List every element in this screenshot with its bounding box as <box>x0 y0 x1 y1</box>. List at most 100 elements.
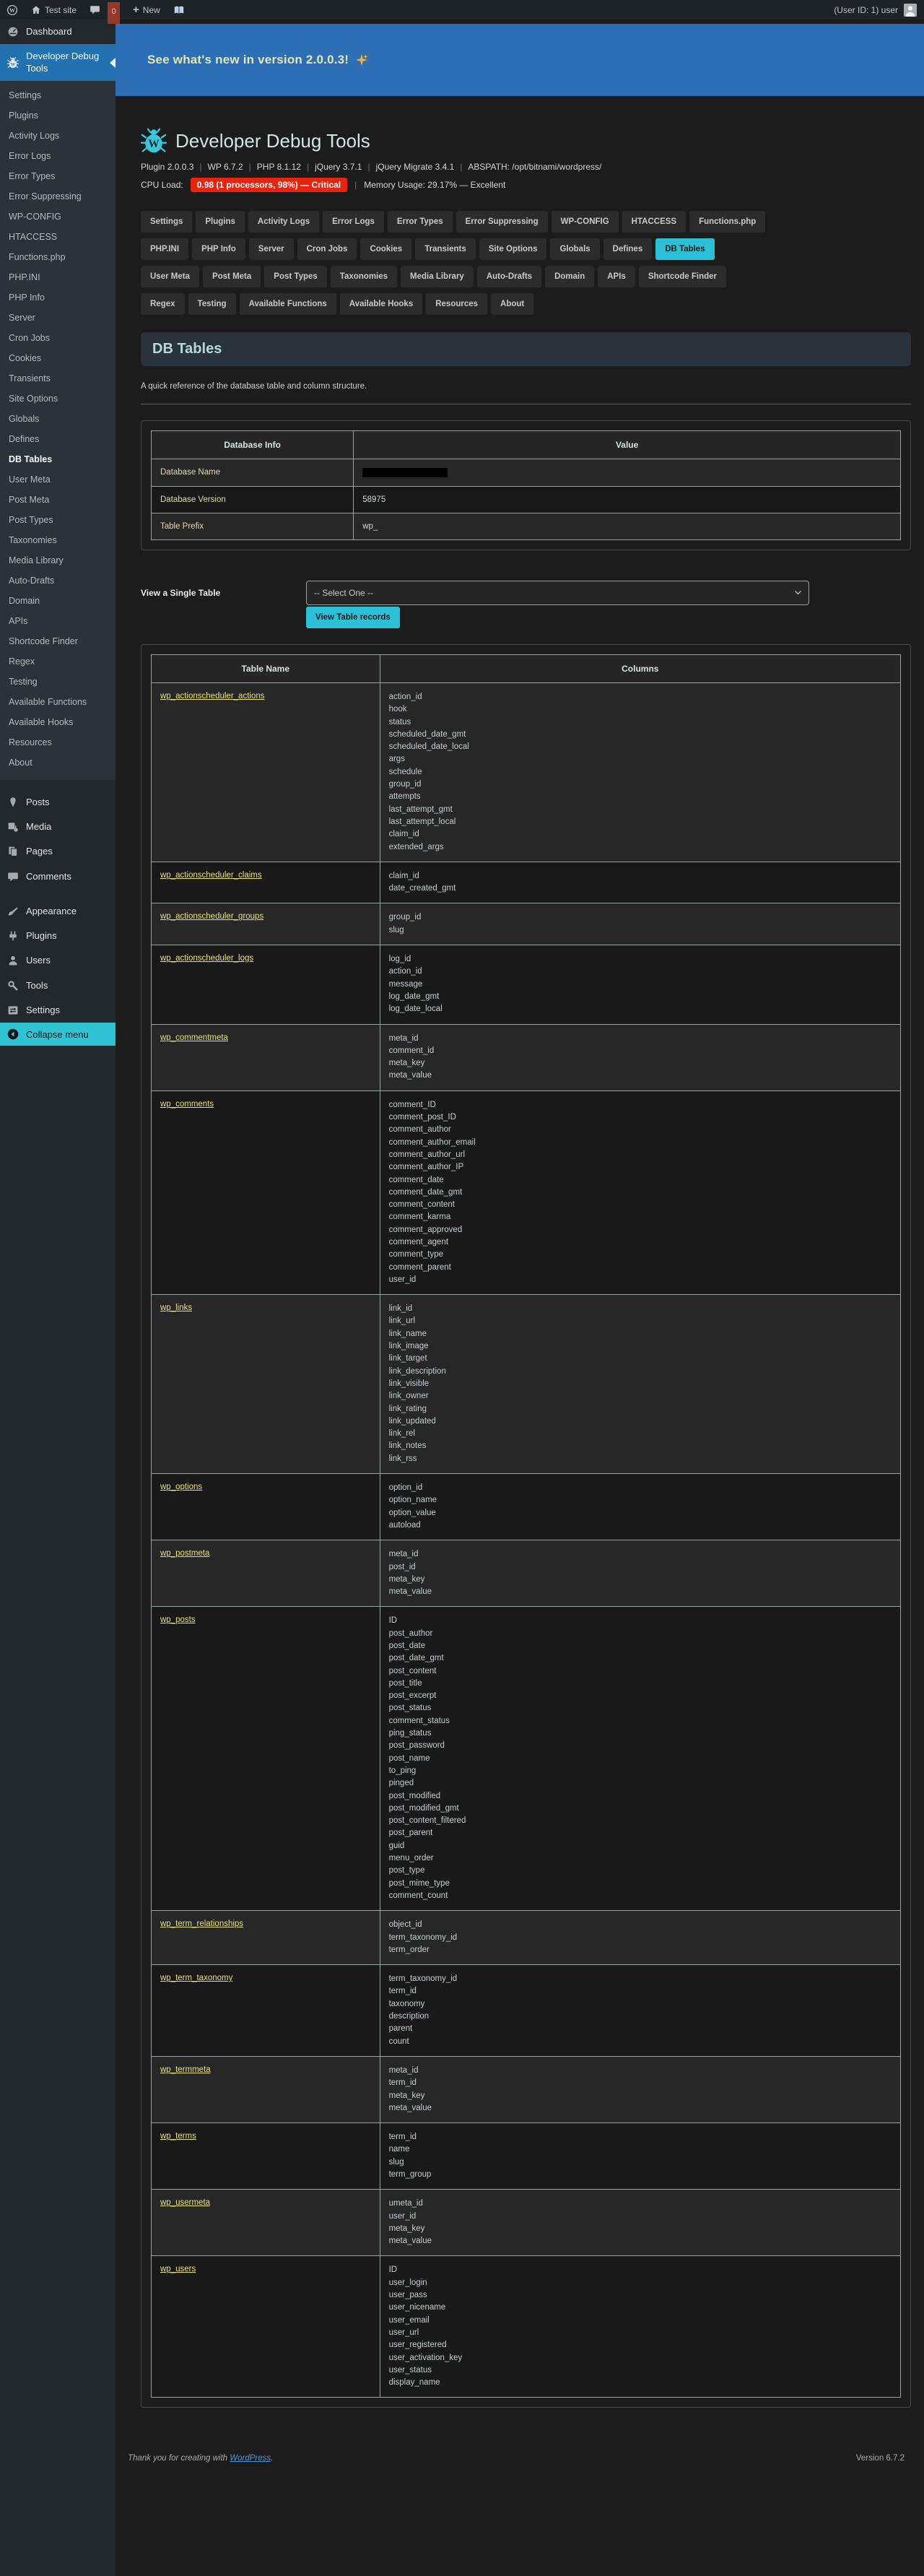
table-name-link[interactable]: wp_actionscheduler_actions <box>160 692 264 701</box>
submenu-item[interactable]: APIs <box>0 611 116 631</box>
submenu-item[interactable]: Media Library <box>0 550 116 571</box>
table-name-link[interactable]: wp_term_taxonomy <box>160 1974 232 1982</box>
submenu-item[interactable]: Transients <box>0 368 116 389</box>
submenu-item[interactable]: PHP Info <box>0 287 116 308</box>
table-name-link[interactable]: wp_postmeta <box>160 1549 209 1558</box>
tab[interactable]: PHP Info <box>192 238 245 260</box>
submenu-item[interactable]: Shortcode Finder <box>0 631 116 651</box>
submenu-item[interactable]: Cookies <box>0 348 116 368</box>
submenu-item[interactable]: Site Options <box>0 389 116 409</box>
tab[interactable]: Error Suppressing <box>456 211 548 233</box>
table-name-link[interactable]: wp_users <box>160 2265 196 2273</box>
submenu-item[interactable]: Activity Logs <box>0 126 116 146</box>
collapse-menu-button[interactable]: Collapse menu <box>0 1023 116 1046</box>
tab[interactable]: Server <box>249 238 294 260</box>
tab[interactable]: Resources <box>426 293 487 315</box>
tab[interactable]: Cron Jobs <box>297 238 357 260</box>
submenu-item[interactable]: Post Types <box>0 510 116 530</box>
sidebar-item-settings[interactable]: Settings <box>0 998 116 1023</box>
tab[interactable]: User Meta <box>141 266 199 287</box>
tab[interactable]: Plugins <box>196 211 245 233</box>
tab[interactable]: Error Types <box>388 211 453 233</box>
submenu-item[interactable]: Error Types <box>0 166 116 186</box>
book-icon[interactable] <box>167 0 191 19</box>
tab[interactable]: Auto-Drafts <box>477 266 541 287</box>
sidebar-item-media[interactable]: Media <box>0 815 116 839</box>
sidebar-item-tools[interactable]: Tools <box>0 973 116 998</box>
sidebar-item-comments[interactable]: Comments <box>0 864 116 889</box>
submenu-item[interactable]: Auto-Drafts <box>0 571 116 591</box>
tab[interactable]: Available Functions <box>240 293 336 315</box>
table-name-link[interactable]: wp_terms <box>160 2132 196 2141</box>
table-name-link[interactable]: wp_comments <box>160 1100 214 1109</box>
tab[interactable]: Activity Logs <box>248 211 319 233</box>
submenu-item[interactable]: User Meta <box>0 469 116 490</box>
submenu-item[interactable]: DB Tables <box>0 449 116 469</box>
sidebar-item-pages[interactable]: Pages <box>0 839 116 864</box>
whats-new-banner[interactable]: See what's new in version 2.0.0.3! <box>116 24 924 96</box>
tab[interactable]: Testing <box>188 293 236 315</box>
avatar[interactable] <box>904 4 917 17</box>
new-content-button[interactable]: + New <box>126 0 167 19</box>
tab[interactable]: DB Tables <box>655 238 714 260</box>
tab[interactable]: Post Meta <box>203 266 261 287</box>
table-name-link[interactable]: wp_posts <box>160 1616 196 1624</box>
submenu-item[interactable]: PHP.INI <box>0 267 116 287</box>
table-select[interactable]: -- Select One -- <box>306 581 809 605</box>
tab[interactable]: APIs <box>598 266 635 287</box>
table-name-link[interactable]: wp_actionscheduler_claims <box>160 871 262 880</box>
tab[interactable]: Shortcode Finder <box>639 266 726 287</box>
tab[interactable]: Functions.php <box>689 211 765 233</box>
table-name-link[interactable]: wp_actionscheduler_groups <box>160 912 263 921</box>
sidebar-item-appearance[interactable]: Appearance <box>0 899 116 924</box>
tab[interactable]: Domain <box>545 266 594 287</box>
tab[interactable]: Media Library <box>401 266 474 287</box>
submenu-item[interactable]: Server <box>0 308 116 328</box>
tab[interactable]: Site Options <box>479 238 547 260</box>
tab[interactable]: Globals <box>550 238 599 260</box>
wordpress-logo-icon[interactable]: W <box>0 0 25 19</box>
sidebar-item-users[interactable]: Users <box>0 948 116 973</box>
table-name-link[interactable]: wp_commentmeta <box>160 1033 228 1042</box>
site-name-link[interactable]: Test site <box>25 0 83 19</box>
sidebar-item-developer-debug-tools[interactable]: W Developer Debug Tools <box>0 44 116 81</box>
tab[interactable]: Settings <box>141 211 192 233</box>
submenu-item[interactable]: Globals <box>0 409 116 429</box>
wordpress-link[interactable]: WordPress <box>230 2454 271 2463</box>
tab[interactable]: WP-CONFIG <box>552 211 619 233</box>
sidebar-item-plugins[interactable]: Plugins <box>0 924 116 948</box>
submenu-item[interactable]: Settings <box>0 85 116 105</box>
submenu-item[interactable]: Post Meta <box>0 490 116 510</box>
submenu-item[interactable]: Defines <box>0 429 116 449</box>
tab[interactable]: Regex <box>141 293 185 315</box>
submenu-item[interactable]: Testing <box>0 672 116 692</box>
sidebar-item-posts[interactable]: Posts <box>0 790 116 815</box>
table-name-link[interactable]: wp_termmeta <box>160 2065 211 2074</box>
submenu-item[interactable]: Regex <box>0 651 116 672</box>
tab[interactable]: Post Types <box>264 266 327 287</box>
submenu-item[interactable]: Taxonomies <box>0 530 116 550</box>
submenu-item[interactable]: Plugins <box>0 105 116 126</box>
submenu-item[interactable]: Cron Jobs <box>0 328 116 348</box>
tab[interactable]: PHP.INI <box>141 238 188 260</box>
table-name-link[interactable]: wp_actionscheduler_logs <box>160 954 253 963</box>
submenu-item[interactable]: Error Suppressing <box>0 186 116 207</box>
tab[interactable]: Defines <box>603 238 653 260</box>
tab[interactable]: Error Logs <box>323 211 384 233</box>
tab[interactable]: HTACCESS <box>622 211 686 233</box>
tab[interactable]: About <box>491 293 533 315</box>
submenu-item[interactable]: Error Logs <box>0 146 116 166</box>
user-id-label[interactable]: (User ID: 1) user <box>834 5 898 15</box>
table-name-link[interactable]: wp_options <box>160 1483 202 1491</box>
submenu-item[interactable]: Resources <box>0 732 116 753</box>
tab[interactable]: Cookies <box>360 238 411 260</box>
table-name-link[interactable]: wp_term_relationships <box>160 1920 243 1928</box>
view-table-records-button[interactable]: View Table records <box>306 607 400 628</box>
table-name-link[interactable]: wp_links <box>160 1304 192 1312</box>
tab[interactable]: Transients <box>415 238 476 260</box>
tab[interactable]: Available Hooks <box>340 293 422 315</box>
submenu-item[interactable]: Available Hooks <box>0 712 116 732</box>
submenu-item[interactable]: Functions.php <box>0 247 116 267</box>
comments-link[interactable]: 0 <box>83 0 126 19</box>
submenu-item[interactable]: Domain <box>0 591 116 611</box>
